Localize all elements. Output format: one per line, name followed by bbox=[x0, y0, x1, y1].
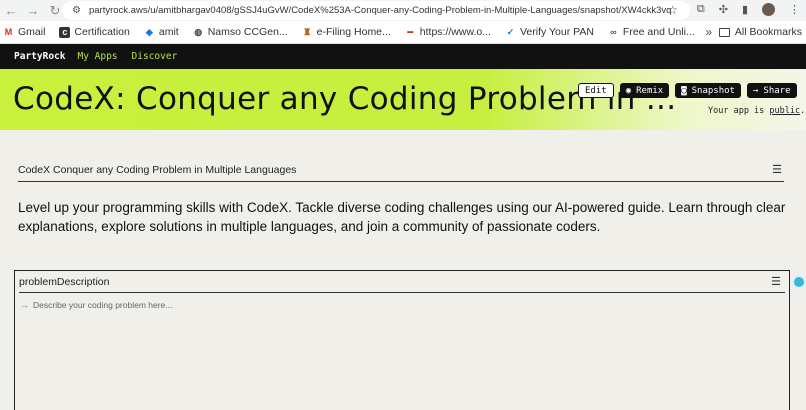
camera-icon: ◙ bbox=[681, 85, 687, 96]
bookmark-amit[interactable]: ◆ amit bbox=[144, 26, 179, 38]
widget-header: problemDescription ☰ bbox=[19, 271, 785, 293]
arrow-right-icon: → bbox=[752, 85, 759, 96]
nav-my-apps[interactable]: My Apps bbox=[77, 51, 117, 62]
bookmark-site[interactable]: ▬ https://www.o... bbox=[405, 26, 491, 38]
sidebar-icon[interactable]: ▮ bbox=[742, 3, 748, 16]
bookmark-verify-pan[interactable]: ✓ Verify Your PAN bbox=[505, 26, 594, 38]
bookmark-gmail[interactable]: M Gmail bbox=[3, 26, 46, 38]
share-button[interactable]: → Share bbox=[746, 83, 797, 98]
puzzle-icon[interactable]: ✣ bbox=[719, 3, 728, 16]
site-icon: ▬ bbox=[407, 28, 414, 35]
gmail-icon: M bbox=[4, 26, 13, 37]
eye-icon: ◉ bbox=[625, 85, 632, 96]
nav-discover[interactable]: Discover bbox=[132, 51, 178, 62]
app-header: CodeX: Conquer any Coding Problem in ...… bbox=[0, 69, 806, 130]
brand-logo[interactable]: PartyRock bbox=[14, 51, 65, 62]
app-nav: PartyRock My Apps Discover bbox=[0, 44, 806, 69]
address-bar[interactable]: ⚙ partyrock.aws/u/amitbhargav0408/gSSJ4u… bbox=[62, 1, 690, 20]
chevron-right-icon[interactable]: » bbox=[705, 25, 712, 39]
url-text: partyrock.aws/u/amitbhargav0408/gSSJ4uGv… bbox=[88, 5, 672, 16]
amit-icon: ◆ bbox=[145, 26, 153, 37]
certification-icon: c bbox=[59, 26, 71, 38]
back-icon[interactable]: ← bbox=[0, 3, 22, 18]
problem-input[interactable]: → Describe your coding problem here... bbox=[20, 300, 784, 310]
public-link[interactable]: public bbox=[769, 106, 800, 116]
snapshot-button[interactable]: ◙ Snapshot bbox=[675, 83, 741, 98]
bookmark-certification[interactable]: c Certification bbox=[59, 26, 130, 38]
page-title: CodeX: Conquer any Coding Problem in ... bbox=[13, 81, 677, 117]
forward-icon[interactable]: → bbox=[22, 3, 44, 18]
remix-button[interactable]: ◉ Remix bbox=[619, 83, 670, 98]
all-bookmarks-button[interactable]: All Bookmarks bbox=[718, 26, 802, 38]
arrow-right-icon: → bbox=[20, 300, 29, 310]
infinity-icon: ∞ bbox=[610, 26, 617, 37]
bookmark-namso[interactable]: ◍ Namso CCGen... bbox=[193, 26, 287, 38]
folder-icon bbox=[718, 27, 730, 37]
bookmark-star-icon[interactable]: ☆ bbox=[667, 3, 678, 17]
globe-icon: ◍ bbox=[194, 26, 203, 37]
browser-toolbar: ← → ↻ ⚙ partyrock.aws/u/amitbhargav0408/… bbox=[0, 0, 806, 21]
profile-avatar[interactable] bbox=[762, 3, 775, 16]
site-info-icon[interactable]: ⚙ bbox=[72, 5, 81, 16]
floating-assistant-icon[interactable] bbox=[792, 275, 806, 289]
efiling-icon: ♜ bbox=[303, 26, 312, 37]
bookmarks-bar: M Gmail c Certification ◆ amit ◍ Namso CCGen… bbox=[0, 21, 806, 44]
visibility-note: Your app is public. bbox=[708, 106, 806, 116]
extension-icon[interactable]: ⧉ bbox=[697, 3, 705, 16]
settings-sliders-icon[interactable]: ☰ bbox=[772, 163, 782, 176]
problem-description-widget: problemDescription ☰ → Describe your cod… bbox=[14, 270, 790, 410]
menu-icon[interactable]: ⋮ bbox=[789, 3, 800, 16]
edit-button[interactable]: Edit bbox=[578, 83, 614, 98]
bookmark-efiling[interactable]: ♜ e-Filing Home... bbox=[302, 26, 391, 38]
widget-settings-icon[interactable]: ☰ bbox=[771, 275, 781, 288]
header-actions: Edit ◉ Remix ◙ Snapshot → Share bbox=[578, 83, 797, 98]
check-icon: ✓ bbox=[506, 26, 515, 37]
extension-icons: ⧉ ✣ ▮ ⋮ bbox=[697, 3, 800, 16]
app-description: Level up your programming skills with Co… bbox=[18, 200, 786, 234]
bookmark-free[interactable]: ∞ Free and Unli... bbox=[608, 26, 695, 38]
section-heading: CodeX Conquer any Coding Problem in Mult… bbox=[18, 164, 784, 182]
